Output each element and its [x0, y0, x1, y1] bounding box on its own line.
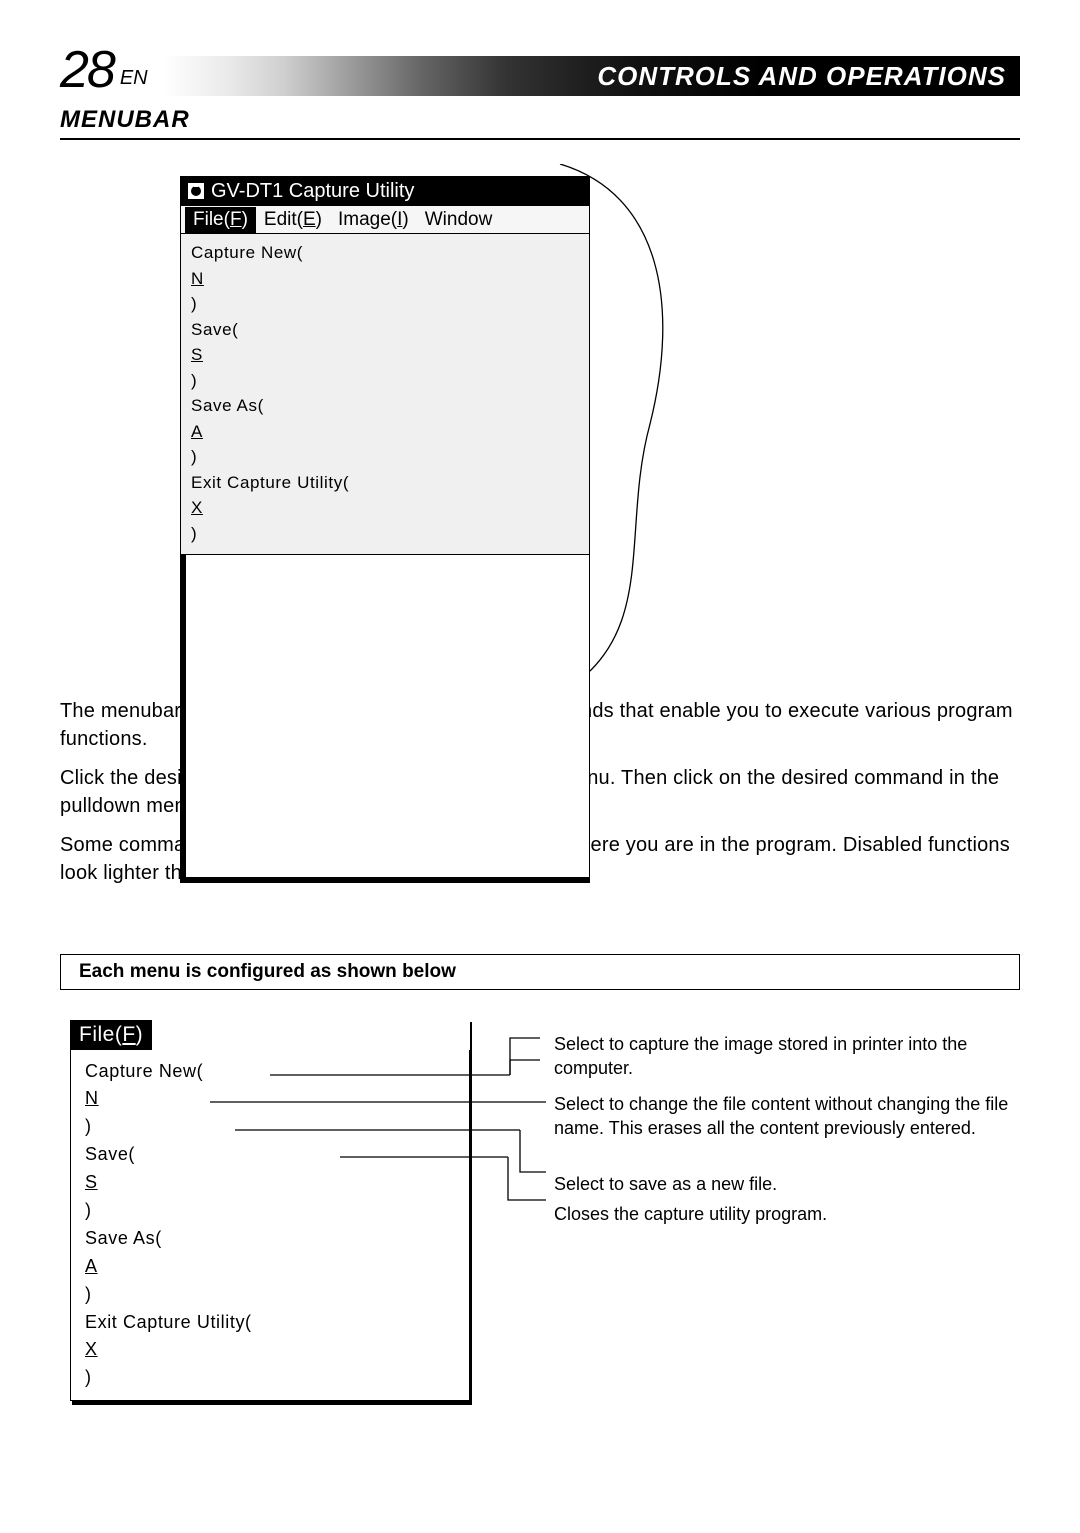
subheading-box: Each menu is configured as shown below [60, 954, 1020, 990]
desc-capture-new: Select to capture the image stored in pr… [554, 1032, 1024, 1081]
desc-save-as: Select to save as a new file. [554, 1172, 777, 1196]
section-title: MENUBAR [60, 106, 1020, 134]
dropdown-item-exit[interactable]: Exit Capture Utility(X) [191, 470, 581, 547]
page-number: 28 [60, 44, 114, 96]
desc-save: Select to change the file content withou… [554, 1092, 1024, 1141]
file-item-capture-new: Capture New(N) [85, 1058, 459, 1142]
header-banner: CONTROLS AND OPERATIONS [164, 56, 1020, 96]
menu-edit[interactable]: Edit(E) [256, 207, 330, 233]
file-menu-head: File(F) [70, 1020, 152, 1050]
page-header: 28 EN CONTROLS AND OPERATIONS [60, 40, 1020, 96]
file-menu-diagram: File(F) Capture New(N) Save(S) Save As(A… [60, 1020, 1020, 1220]
window-titlebar: GV-DT1 Capture Utility [180, 176, 590, 206]
file-menu-body: Capture New(N) Save(S) Save As(A) Exit C… [70, 1050, 470, 1402]
magnify-lens [550, 164, 830, 704]
dropdown-item-save[interactable]: Save(S) [191, 317, 581, 394]
window-title: GV-DT1 Capture Utility [211, 180, 414, 203]
file-item-save: Save(S) [85, 1141, 459, 1225]
menu-file[interactable]: File(F) [185, 207, 256, 233]
header-title: CONTROLS AND OPERATIONS [597, 61, 1006, 92]
file-item-exit: Exit Capture Utility(X) [85, 1309, 459, 1393]
file-item-save-as: Save As(A) [85, 1225, 459, 1309]
dropdown-item-save-as[interactable]: Save As(A) [191, 393, 581, 470]
section-rule [60, 138, 1020, 140]
file-dropdown: Capture New(N) Save(S) Save As(A) Exit C… [180, 234, 590, 555]
subheading: Each menu is configured as shown below [79, 961, 456, 982]
file-menu-block: File(F) Capture New(N) Save(S) Save As(A… [70, 1020, 470, 1402]
desc-exit: Closes the capture utility program. [554, 1202, 827, 1226]
page-number-block: 28 EN [60, 44, 148, 96]
app-icon [187, 182, 205, 200]
menubar: File(F) Edit(E) Image(I) Window [180, 206, 590, 234]
window-body [180, 555, 590, 883]
magnify-illustration: GV-DT1 Capture Utility File(F) Edit(E) I… [180, 176, 740, 686]
menu-image[interactable]: Image(I) [330, 207, 417, 233]
lang-suffix: EN [120, 67, 148, 90]
app-window: GV-DT1 Capture Utility File(F) Edit(E) I… [180, 176, 590, 883]
dropdown-item-capture-new[interactable]: Capture New(N) [191, 240, 581, 317]
menu-window[interactable]: Window [417, 207, 501, 233]
